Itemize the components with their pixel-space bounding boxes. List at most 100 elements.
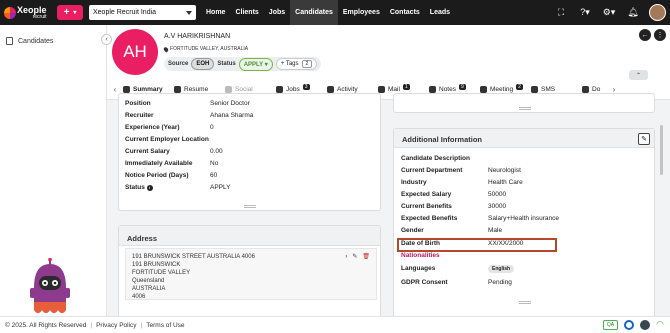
info-row: GDPR Consent Pending xyxy=(401,279,512,286)
tab-notes[interactable]: Notes 9 xyxy=(429,83,473,93)
fullscreen-icon[interactable]: ⛶ xyxy=(549,7,573,18)
detail-row: Immediately Available No xyxy=(125,160,219,167)
logo-mark-icon xyxy=(4,6,16,19)
detail-row: Status i APPLY xyxy=(125,184,231,191)
info-row: Industry Health Care xyxy=(401,179,523,186)
tab-sms[interactable]: SMS xyxy=(531,86,575,93)
info-row: Languages English xyxy=(401,265,578,273)
detail-row: Current Employer Location xyxy=(125,136,209,143)
tab-mail[interactable]: Mail 1 xyxy=(378,83,422,93)
candidate-name: A.V HARIKRISHNAN xyxy=(164,33,231,40)
quick-add-button[interactable]: + ▾ xyxy=(57,5,83,20)
user-avatar[interactable] xyxy=(649,4,666,21)
nav-contacts[interactable]: Contacts xyxy=(385,0,425,25)
resize-handle[interactable] xyxy=(519,107,531,110)
chevron-down-icon: ▾ xyxy=(73,10,77,16)
info-row: Expected Salary 50000 xyxy=(401,191,507,198)
sidebar-collapse-button[interactable]: ‹ xyxy=(101,34,112,45)
candidate-chips: Source EOH Status APPLY ▾ + Tags 2 xyxy=(164,57,322,71)
plus-icon: + xyxy=(63,7,70,18)
address-panel: Address 191 BRUNSWICK STREET AUSTRALIA 4… xyxy=(118,225,381,316)
help-circle-icon[interactable] xyxy=(624,319,635,330)
meeting-count-badge: 2 xyxy=(516,83,523,90)
user-circle-icon[interactable] xyxy=(640,319,651,330)
detail-row: Position Senior Doctor xyxy=(125,100,250,107)
tags-label: + Tags xyxy=(280,61,299,67)
footer-separator: | xyxy=(140,321,143,329)
additional-info-title: Additional Information xyxy=(402,135,482,144)
bell-icon[interactable]: 🔔︎ xyxy=(621,7,645,18)
activity-icon xyxy=(327,86,334,93)
nav-clients[interactable]: Clients xyxy=(230,0,263,25)
info-row: Expected Benefits Salary+Health insurance xyxy=(401,215,559,222)
address-header xyxy=(119,226,380,246)
address-line: 4006 xyxy=(132,294,146,300)
status-chip[interactable]: APPLY ▾ xyxy=(238,57,273,71)
nav-home[interactable]: Home xyxy=(201,0,230,25)
top-navbar: Xeople recruit + ▾ Xeople Recruit India … xyxy=(0,0,670,25)
qa-badge[interactable]: QA xyxy=(602,319,619,330)
sms-icon xyxy=(531,86,538,93)
main-nav: Home Clients Jobs Candidates Employees C… xyxy=(201,0,455,25)
address-line: 191 BRUNSWICK STREET AUSTRALIA 4006 xyxy=(132,254,255,260)
info-row: Current Department Neurologist xyxy=(401,167,521,174)
edit-button[interactable]: ✎ xyxy=(638,133,650,145)
resize-handle[interactable] xyxy=(519,301,531,304)
tab-summary[interactable]: Summary xyxy=(123,86,167,100)
tab-meeting[interactable]: Meeting 2 xyxy=(480,83,524,93)
company-select-value: Xeople Recruit India xyxy=(93,9,157,16)
footer-icons: QA ◠ xyxy=(602,319,664,330)
info-row-date-of-birth: Date of Birth XX/XX/2000 xyxy=(401,240,524,247)
footer-separator: | xyxy=(90,321,93,329)
info-row: Gender Male xyxy=(401,227,503,234)
chevron-right-icon[interactable]: › xyxy=(345,253,347,261)
nav-jobs[interactable]: Jobs xyxy=(264,0,290,25)
tab-jobs[interactable]: Jobs 3 xyxy=(276,83,320,93)
notes-count-badge: 9 xyxy=(458,83,466,90)
pencil-icon[interactable]: ✎ xyxy=(352,253,357,261)
mail-icon xyxy=(378,86,385,93)
info-icon[interactable]: i xyxy=(146,185,153,191)
back-arrow-icon[interactable]: ← xyxy=(639,29,651,41)
sidebar-item-label: Candidates xyxy=(18,37,54,45)
tab-documents[interactable]: Do xyxy=(582,86,606,93)
info-row-nationalities: Nationalities xyxy=(401,252,440,259)
sidebar: Candidates xyxy=(0,25,107,329)
resize-handle[interactable] xyxy=(244,205,256,208)
info-row: Current Benefits 30000 xyxy=(401,203,507,210)
privacy-policy-link[interactable]: Privacy Policy xyxy=(96,322,136,329)
sidebar-item-candidates[interactable]: Candidates xyxy=(6,37,53,45)
collapse-header-button[interactable]: ⌃ xyxy=(629,70,648,80)
settings-icon[interactable]: ⚙▾ xyxy=(597,7,621,18)
pencil-icon: ✎ xyxy=(641,136,647,143)
help-icon[interactable]: ?▾ xyxy=(573,7,597,18)
candidate-avatar: AH xyxy=(112,29,158,75)
copyright-text: © 2025. All Rights Reserved xyxy=(5,321,87,329)
detail-row: Current Salary 0.00 xyxy=(125,148,223,155)
trash-icon[interactable]: 🗑︎ xyxy=(362,253,370,261)
terms-of-use-link[interactable]: Terms of Use xyxy=(146,322,184,329)
tab-activity[interactable]: Activity xyxy=(327,86,371,93)
document-icon xyxy=(6,37,13,45)
address-line: AUSTRALIA xyxy=(132,286,166,292)
nav-candidates[interactable]: Candidates xyxy=(290,0,338,25)
company-select[interactable]: Xeople Recruit India xyxy=(89,5,196,20)
candidate-location: FORTITUDE VALLEY, AUSTRALIA xyxy=(162,45,248,53)
app-logo[interactable]: Xeople recruit xyxy=(0,0,52,25)
documents-icon xyxy=(582,86,589,93)
page-scrollbar[interactable] xyxy=(660,125,663,175)
more-options-icon[interactable]: ⋮ xyxy=(654,29,666,41)
source-chip[interactable]: EOH xyxy=(191,58,215,70)
address-line: Queensland xyxy=(132,278,165,284)
social-icon xyxy=(225,86,232,93)
tags-button[interactable]: + Tags 2 xyxy=(275,58,318,70)
address-tools: › ✎ 🗑︎ xyxy=(345,253,370,261)
tab-social[interactable]: Social xyxy=(225,86,269,93)
notes-icon xyxy=(429,86,436,93)
nav-employees[interactable]: Employees xyxy=(338,0,385,25)
nav-leads[interactable]: Leads xyxy=(425,0,455,25)
tab-resume[interactable]: Resume xyxy=(174,86,218,93)
additional-info-panel: Additional Information ✎ Candidate Descr… xyxy=(393,128,655,316)
address-line: FORTITUDE VALLEY xyxy=(132,270,191,276)
language-pill: English xyxy=(488,265,515,273)
